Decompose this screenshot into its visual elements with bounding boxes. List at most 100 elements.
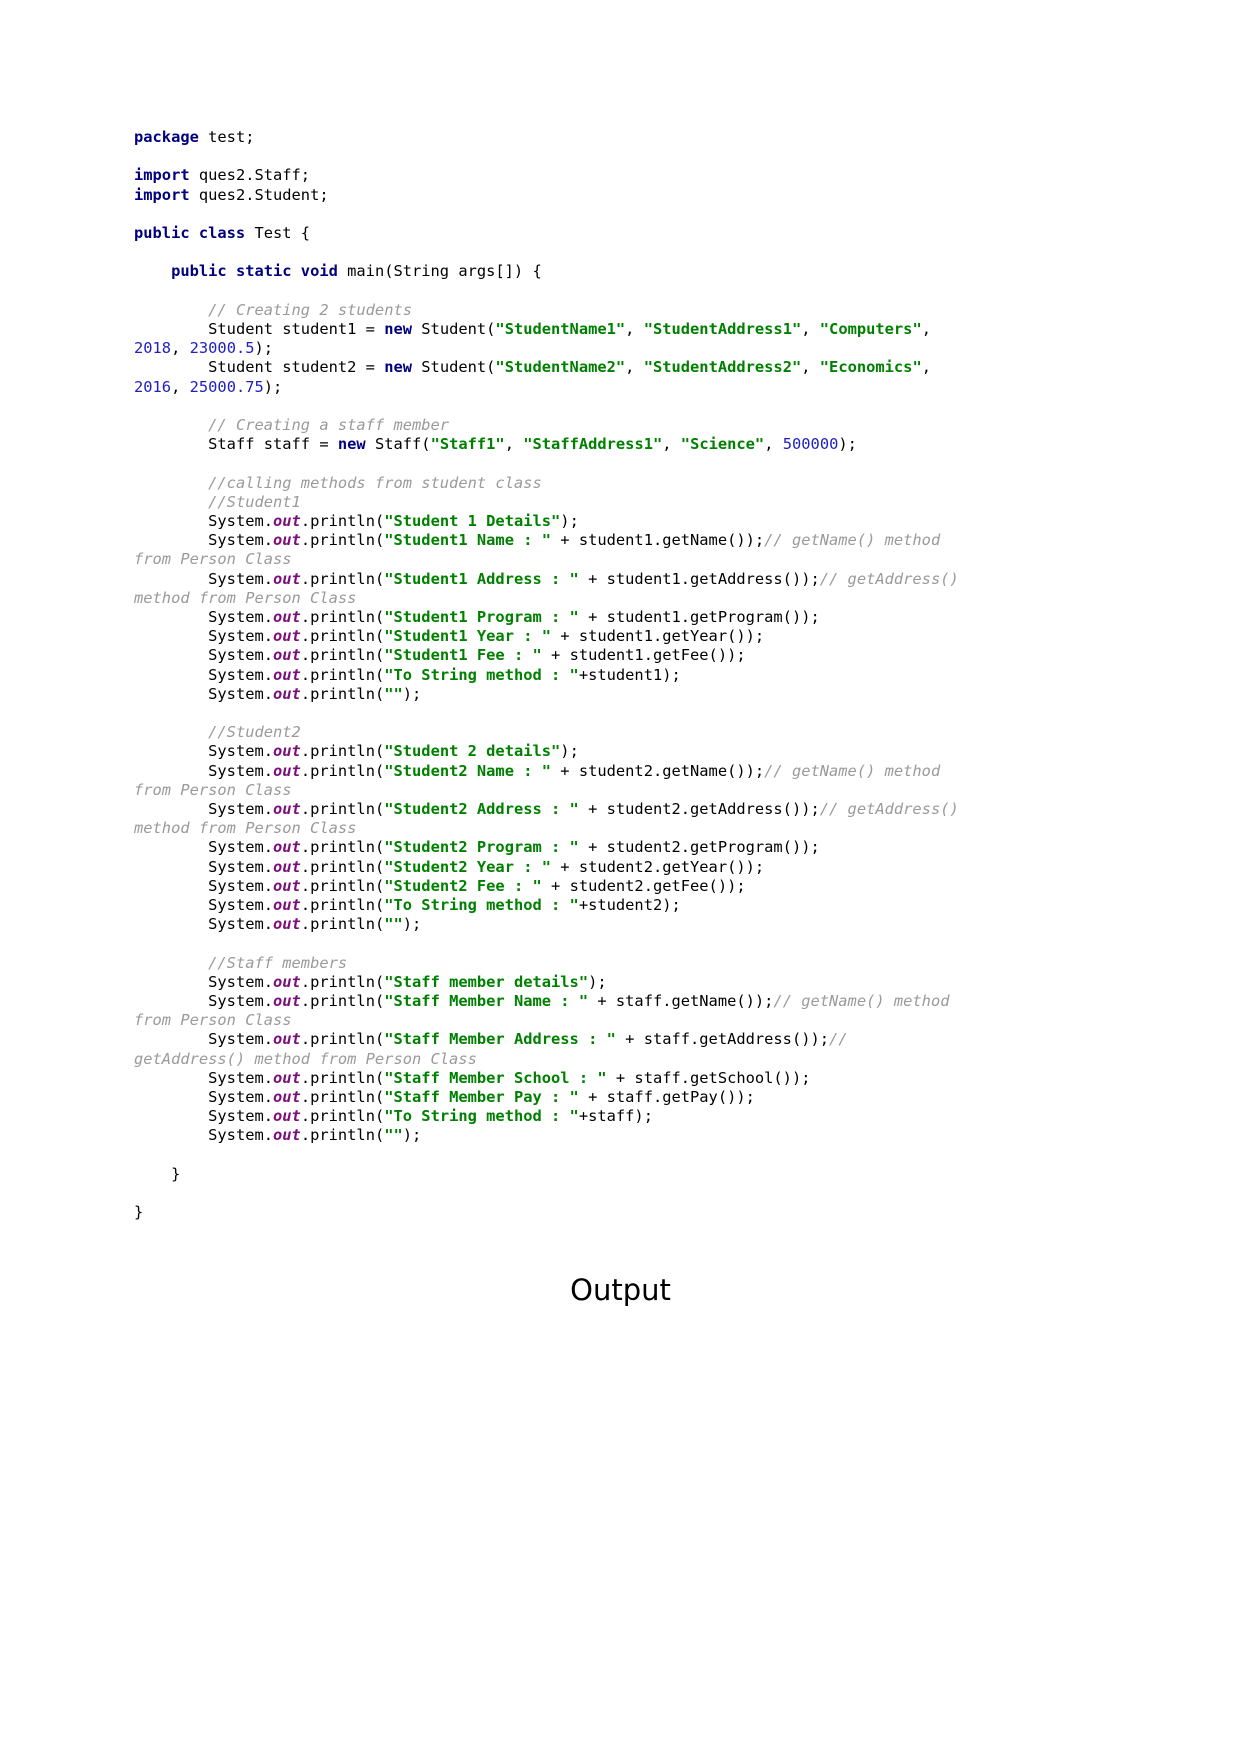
code-token-num: 500000 (782, 435, 839, 454)
code-token-str: "Student2 Year : " (384, 857, 552, 876)
code-token-pln: .println( (300, 684, 385, 703)
code-token-pln: .println( (300, 972, 385, 991)
code-token-pln: } (134, 1203, 144, 1222)
code-token-pln: + student2.getYear()); (551, 857, 765, 876)
code-line: import ques2.Staff; (134, 166, 964, 185)
code-line: System.out.println("Staff Member Pay : "… (134, 1088, 964, 1107)
code-token-kw: public static void (171, 262, 338, 281)
code-token-num: 23000.5 (189, 339, 255, 358)
code-token-pln: .println( (300, 607, 385, 626)
code-token-str: "Student1 Year : " (384, 627, 552, 646)
code-line: import ques2.Student; (134, 186, 964, 205)
code-token-str: "StudentAddress2" (643, 358, 802, 377)
code-token-fld: out (273, 896, 301, 915)
code-token-str: "Student1 Address : " (384, 569, 579, 588)
code-token-str: "Student2 Fee : " (384, 876, 542, 895)
code-token-pln: ); (838, 435, 857, 454)
code-token-cmt: // Creating 2 students (208, 300, 412, 319)
code-line: System.out.println("Staff member details… (134, 973, 964, 992)
code-token-str: "StudentAddress1" (643, 319, 802, 338)
code-token-pln: , (625, 319, 644, 338)
code-token-fld: out (273, 646, 301, 665)
code-token-pln: .println( (300, 857, 385, 876)
code-token-fld: out (273, 876, 301, 895)
code-token-pln (134, 723, 208, 741)
code-line: System.out.println("Student1 Fee : " + s… (134, 646, 964, 665)
code-token-pln: System. (134, 1126, 274, 1145)
code-token-str: "Student2 Program : " (384, 838, 579, 857)
code-token-cmt: //Student1 (208, 492, 301, 511)
code-line: System.out.println("Staff Member Address… (134, 1030, 964, 1068)
code-line: System.out.println("Student2 Year : " + … (134, 858, 964, 877)
code-token-kw: new (384, 358, 413, 377)
code-line: System.out.println("Student2 Name : " + … (134, 762, 964, 800)
code-token-pln: + staff.getAddress()); (615, 1030, 830, 1049)
code-token-pln: main(String args[]) { (337, 262, 542, 281)
code-token-str: "StudentName2" (495, 358, 626, 377)
code-token-fld: out (273, 1088, 301, 1107)
code-token-str: "Staff Member School : " (384, 1068, 607, 1087)
code-line: System.out.println("To String method : "… (134, 1107, 964, 1126)
code-token-str: "Staff Member Address : " (384, 1030, 616, 1049)
code-token-str: "To String method : " (384, 665, 579, 684)
code-line: Student student2 = new Student("StudentN… (134, 358, 964, 396)
code-token-pln: .println( (300, 761, 385, 780)
code-token-str: "Staff Member Pay : " (384, 1088, 579, 1107)
java-code-listing: package test; import ques2.Staff; import … (134, 128, 964, 1222)
code-token-pln: ques2.Student; (189, 185, 329, 204)
code-token-pln: System. (134, 972, 274, 991)
code-token-pln: + student1.getProgram()); (578, 607, 820, 626)
code-token-pln (134, 301, 208, 319)
code-token-pln: , (921, 358, 941, 377)
code-token-pln: System. (134, 607, 274, 626)
code-token-pln: System. (134, 800, 274, 818)
code-token-fld: out (273, 665, 301, 684)
code-token-pln: , (171, 339, 190, 358)
code-token-str: "Student2 Name : " (384, 761, 552, 780)
code-token-pln: System. (134, 569, 274, 588)
code-token-pln: + student1.getAddress()); (578, 569, 820, 588)
code-token-pln: ques2.Staff; (189, 166, 311, 185)
code-token-pln: test; (198, 128, 255, 146)
code-token-pln: Test { (245, 223, 311, 242)
code-token-pln: ); (263, 377, 283, 396)
code-token-fld: out (273, 838, 301, 857)
code-line: // Creating a staff member (134, 416, 964, 435)
code-token-pln (134, 262, 171, 280)
code-token-pln: .println( (300, 876, 385, 895)
code-token-pln: .println( (300, 1088, 385, 1107)
code-token-pln: System. (134, 531, 274, 550)
code-token-str: "To String method : " (384, 1107, 579, 1126)
code-token-fld: out (273, 761, 301, 780)
code-token-pln: .println( (300, 627, 385, 646)
code-token-pln: .println( (300, 531, 385, 550)
code-token-pln: .println( (300, 511, 385, 530)
code-line: System.out.println("Student1 Program : "… (134, 608, 964, 627)
code-line: System.out.println("Student1 Address : "… (134, 570, 964, 608)
code-line: System.out.println("Staff Member School … (134, 1069, 964, 1088)
code-token-pln (134, 474, 208, 492)
code-token-pln: + student2.getProgram()); (578, 838, 820, 857)
code-token-str: "" (384, 684, 403, 703)
code-token-pln: ); (402, 684, 422, 703)
code-token-pln: ); (560, 742, 579, 761)
code-token-str: "Staff member details" (384, 972, 589, 991)
code-token-fld: out (273, 857, 301, 876)
code-token-cmt: //calling methods from student class (208, 473, 542, 492)
code-token-str: "Student1 Fee : " (384, 646, 542, 665)
code-token-pln: System. (134, 511, 274, 530)
code-token-num: 25000.75 (189, 377, 264, 396)
code-line: package test; (134, 128, 964, 147)
code-line: Staff staff = new Staff("Staff1", "Staff… (134, 435, 964, 454)
code-token-pln (134, 493, 208, 511)
code-token-pln: Staff staff = (134, 435, 338, 454)
code-token-pln: + student2.getName()); (551, 761, 765, 780)
code-line: System.out.println("Student 1 Details"); (134, 512, 964, 531)
code-line: System.out.println("Student2 Address : "… (134, 800, 964, 838)
code-token-str: "Staff1" (430, 435, 505, 454)
